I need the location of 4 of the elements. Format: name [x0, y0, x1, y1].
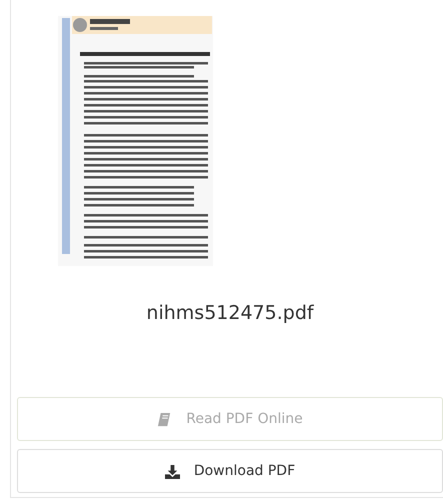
file-name: nihms512475.pdf [146, 302, 314, 324]
download-icon [164, 464, 180, 478]
download-button[interactable]: Download PDF [17, 449, 443, 493]
book-icon [157, 412, 172, 426]
